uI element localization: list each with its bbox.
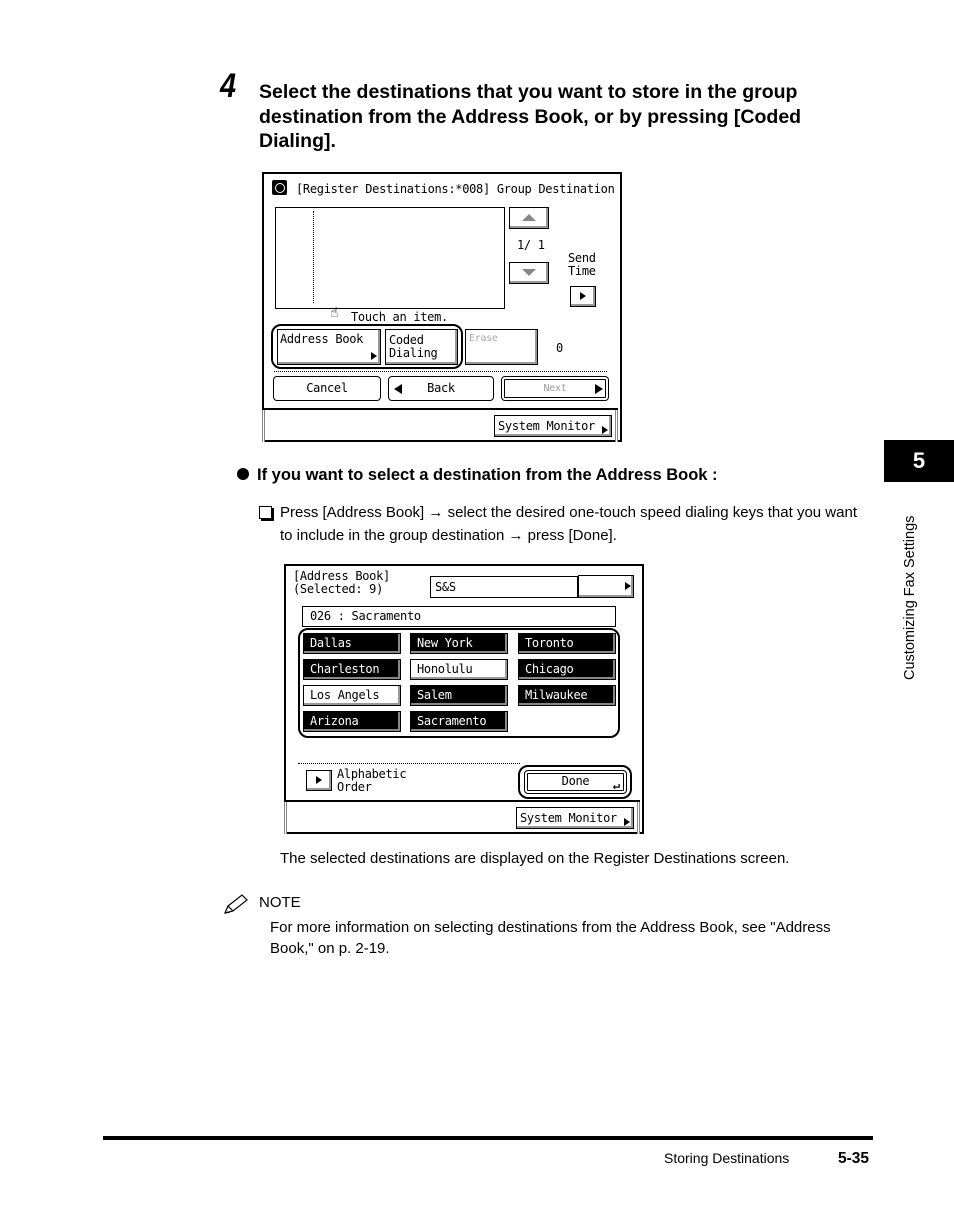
note-text: For more information on selecting destin… bbox=[270, 919, 831, 957]
hint-text: Touch an item. bbox=[351, 310, 448, 324]
current-entry-field: 026 : Sacramento bbox=[302, 606, 616, 627]
triangle-right-icon bbox=[316, 776, 322, 784]
triangle-right-icon bbox=[595, 384, 603, 394]
alphabetic-order-label: Alphabetic Order bbox=[337, 767, 407, 794]
fax-icon bbox=[272, 180, 287, 195]
destination-key[interactable]: Los Angels bbox=[303, 685, 401, 706]
chapter-number-tab: 5 bbox=[884, 440, 954, 482]
pencil-icon bbox=[222, 893, 250, 922]
destination-key[interactable]: Dallas bbox=[303, 633, 401, 654]
send-time-label: Send Time bbox=[568, 251, 596, 278]
step-instruction: Select the destinations that you want to… bbox=[259, 81, 802, 152]
bullet-heading: If you want to select a destination from… bbox=[237, 466, 718, 485]
address-book-button[interactable]: Address Book bbox=[277, 329, 381, 365]
destination-key[interactable]: Milwaukee bbox=[518, 685, 616, 706]
checkbox-bullet-icon bbox=[259, 506, 272, 519]
register-destinations-screen: [Register Destinations:*008] Group Desti… bbox=[262, 172, 622, 442]
page-number: 5-35 bbox=[838, 1150, 870, 1167]
destination-key[interactable]: Toronto bbox=[518, 633, 616, 654]
up-arrow-icon bbox=[522, 214, 536, 221]
triangle-right-icon bbox=[624, 818, 630, 826]
page-indicator: 1/ 1 bbox=[517, 238, 545, 252]
footer-rule bbox=[103, 1136, 873, 1140]
down-arrow-icon bbox=[522, 269, 536, 276]
search-field[interactable]: S&S bbox=[430, 576, 578, 598]
cancel-button[interactable]: Cancel bbox=[273, 376, 381, 401]
screen-title: [Register Destinations:*008] Group Desti… bbox=[296, 182, 615, 196]
touch-hand-icon: ☝ bbox=[330, 305, 339, 321]
chapter-title: Customizing Fax Settings bbox=[902, 515, 918, 680]
status-bar: System Monitor bbox=[284, 800, 640, 834]
erase-button[interactable]: Erase bbox=[465, 329, 538, 365]
next-button[interactable]: Next bbox=[501, 376, 609, 401]
triangle-right-icon bbox=[602, 426, 608, 434]
destination-key[interactable]: Arizona bbox=[303, 711, 401, 732]
done-button[interactable]: Done ↵ bbox=[524, 770, 627, 794]
coded-dialing-button[interactable]: Coded Dialing bbox=[385, 329, 458, 365]
search-options-button[interactable] bbox=[578, 575, 634, 598]
send-time-button[interactable] bbox=[570, 286, 596, 307]
triangle-right-icon bbox=[371, 352, 377, 360]
destination-list[interactable] bbox=[275, 207, 505, 309]
destination-key[interactable]: Chicago bbox=[518, 659, 616, 680]
destination-key[interactable]: Charleston bbox=[303, 659, 401, 680]
triangle-right-icon bbox=[625, 582, 631, 590]
destination-key[interactable]: Honolulu bbox=[410, 659, 508, 680]
destination-key[interactable]: Sacramento bbox=[410, 711, 508, 732]
status-bar: System Monitor bbox=[262, 408, 618, 442]
instruction-item: Press [Address Book] → select the desire… bbox=[259, 501, 869, 547]
system-monitor-button[interactable]: System Monitor bbox=[516, 807, 634, 829]
step-number: 4 bbox=[220, 67, 237, 105]
system-monitor-button[interactable]: System Monitor bbox=[494, 415, 612, 437]
destination-count: 0 bbox=[556, 341, 563, 355]
address-book-screen: [Address Book] (Selected: 9) S&S 026 : S… bbox=[284, 564, 644, 834]
scroll-down-button[interactable] bbox=[509, 262, 549, 284]
triangle-left-icon bbox=[394, 384, 402, 394]
scroll-up-button[interactable] bbox=[509, 207, 549, 229]
destination-key[interactable]: Salem bbox=[410, 685, 508, 706]
alphabetic-order-button[interactable] bbox=[306, 770, 332, 791]
triangle-right-icon bbox=[580, 292, 586, 300]
bullet-dot-icon bbox=[237, 468, 249, 480]
result-text: The selected destinations are displayed … bbox=[280, 850, 790, 867]
note-label: NOTE bbox=[259, 894, 301, 911]
address-book-title: [Address Book] (Selected: 9) bbox=[293, 569, 390, 596]
enter-icon: ↵ bbox=[612, 778, 620, 792]
back-button[interactable]: Back bbox=[388, 376, 494, 401]
destination-key[interactable]: New York bbox=[410, 633, 508, 654]
footer-section: Storing Destinations bbox=[664, 1150, 790, 1166]
